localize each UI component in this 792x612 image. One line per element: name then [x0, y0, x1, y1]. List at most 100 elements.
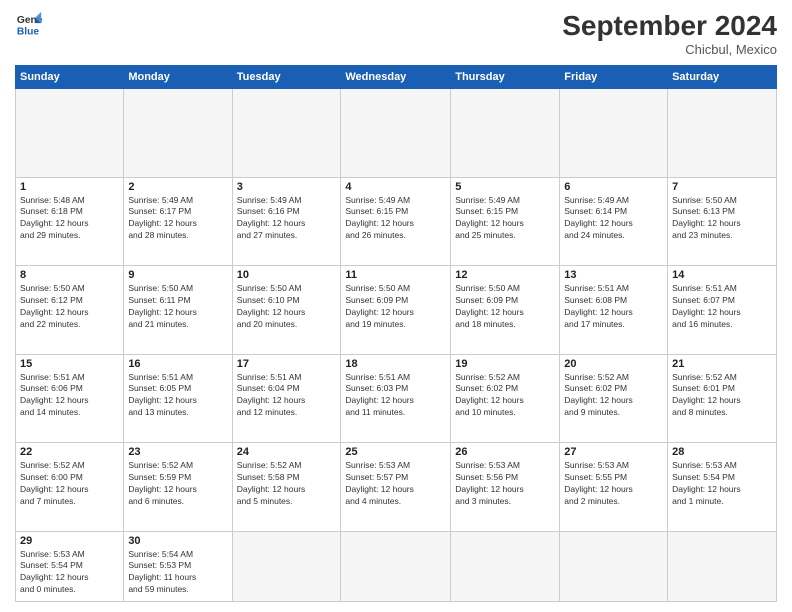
day-number: 24 [237, 446, 337, 458]
calendar-cell: 16Sunrise: 5:51 AM Sunset: 6:05 PM Dayli… [124, 354, 232, 443]
day-info: Sunrise: 5:53 AM Sunset: 5:56 PM Dayligh… [455, 460, 555, 508]
calendar-cell: 23 Sunrise: 5:52 AM Sunset: 5:59 PM Dayli… [124, 443, 232, 532]
calendar-cell [341, 531, 451, 601]
day-info: Sunrise: 5:51 AM Sunset: 6:07 PM Dayligh… [672, 283, 772, 331]
day-info: Sunrise: 5:52 AM Sunset: 5:59 PM Dayligh… [128, 460, 227, 508]
calendar-cell [451, 531, 560, 601]
logo: General Blue [15, 10, 43, 38]
calendar-cell: 9Sunrise: 5:50 AM Sunset: 6:11 PM Daylig… [124, 266, 232, 355]
calendar-cell: 19 Sunrise: 5:52 AM Sunset: 6:02 PM Dayli… [451, 354, 560, 443]
header-friday: Friday [560, 66, 668, 89]
day-number: 5 [455, 181, 555, 193]
svg-text:Blue: Blue [17, 26, 40, 37]
day-number: 4 [345, 181, 446, 193]
calendar-cell: 17 Sunrise: 5:51 AM Sunset: 6:04 PM Dayli… [232, 354, 341, 443]
day-info: Sunrise: 5:50 AM Sunset: 6:09 PM Dayligh… [345, 283, 446, 331]
calendar-cell [560, 89, 668, 178]
calendar-cell: 14 Sunrise: 5:51 AM Sunset: 6:07 PM Dayli… [668, 266, 777, 355]
day-number: 17 [237, 358, 337, 370]
day-number: 8 [20, 269, 119, 281]
calendar-cell [232, 89, 341, 178]
day-number: 25 [345, 446, 446, 458]
calendar-cell: 6 Sunrise: 5:49 AM Sunset: 6:14 PM Daylig… [560, 177, 668, 266]
day-info: Sunrise: 5:54 AM Sunset: 5:53 PM Dayligh… [128, 549, 227, 597]
day-info: Sunrise: 5:52 AM Sunset: 5:58 PM Dayligh… [237, 460, 337, 508]
day-number: 20 [564, 358, 663, 370]
calendar-cell: 27Sunrise: 5:53 AM Sunset: 5:55 PM Dayli… [560, 443, 668, 532]
calendar-cell: 21 Sunrise: 5:52 AM Sunset: 6:01 PM Dayli… [668, 354, 777, 443]
day-number: 12 [455, 269, 555, 281]
day-info: Sunrise: 5:51 AM Sunset: 6:06 PM Dayligh… [20, 372, 119, 420]
calendar-cell: 22 Sunrise: 5:52 AM Sunset: 6:00 PM Dayli… [16, 443, 124, 532]
calendar-cell: 12 Sunrise: 5:50 AM Sunset: 6:09 PM Dayli… [451, 266, 560, 355]
calendar-cell: 3Sunrise: 5:49 AM Sunset: 6:16 PM Daylig… [232, 177, 341, 266]
day-info: Sunrise: 5:51 AM Sunset: 6:05 PM Dayligh… [128, 372, 227, 420]
calendar-cell: 4 Sunrise: 5:49 AM Sunset: 6:15 PM Daylig… [341, 177, 451, 266]
day-info: Sunrise: 5:51 AM Sunset: 6:04 PM Dayligh… [237, 372, 337, 420]
calendar-cell [341, 89, 451, 178]
header: General Blue September 2024 Chicbul, Mex… [15, 10, 777, 57]
calendar-cell: 13Sunrise: 5:51 AM Sunset: 6:08 PM Dayli… [560, 266, 668, 355]
day-info: Sunrise: 5:52 AM Sunset: 6:02 PM Dayligh… [455, 372, 555, 420]
day-info: Sunrise: 5:50 AM Sunset: 6:09 PM Dayligh… [455, 283, 555, 331]
day-info: Sunrise: 5:49 AM Sunset: 6:17 PM Dayligh… [128, 195, 227, 243]
calendar-cell [124, 89, 232, 178]
calendar-cell: 1 Sunrise: 5:48 AM Sunset: 6:18 PM Daylig… [16, 177, 124, 266]
calendar-cell: 15Sunrise: 5:51 AM Sunset: 6:06 PM Dayli… [16, 354, 124, 443]
calendar-cell: 24 Sunrise: 5:52 AM Sunset: 5:58 PM Dayli… [232, 443, 341, 532]
calendar-cell [16, 89, 124, 178]
calendar-cell [451, 89, 560, 178]
day-number: 1 [20, 181, 119, 193]
day-number: 19 [455, 358, 555, 370]
day-info: Sunrise: 5:53 AM Sunset: 5:54 PM Dayligh… [672, 460, 772, 508]
day-info: Sunrise: 5:50 AM Sunset: 6:13 PM Dayligh… [672, 195, 772, 243]
header-monday: Monday [124, 66, 232, 89]
calendar-cell [668, 531, 777, 601]
calendar-cell: 7 Sunrise: 5:50 AM Sunset: 6:13 PM Daylig… [668, 177, 777, 266]
header-wednesday: Wednesday [341, 66, 451, 89]
calendar-cell: 29Sunrise: 5:53 AM Sunset: 5:54 PM Dayli… [16, 531, 124, 601]
day-number: 22 [20, 446, 119, 458]
day-number: 27 [564, 446, 663, 458]
header-sunday: Sunday [16, 66, 124, 89]
calendar-cell: 8 Sunrise: 5:50 AM Sunset: 6:12 PM Daylig… [16, 266, 124, 355]
day-info: Sunrise: 5:49 AM Sunset: 6:15 PM Dayligh… [345, 195, 446, 243]
calendar-cell [232, 531, 341, 601]
header-saturday: Saturday [668, 66, 777, 89]
calendar-cell: 10 Sunrise: 5:50 AM Sunset: 6:10 PM Dayli… [232, 266, 341, 355]
calendar-cell: 20Sunrise: 5:52 AM Sunset: 6:02 PM Dayli… [560, 354, 668, 443]
day-number: 23 [128, 446, 227, 458]
title-block: September 2024 Chicbul, Mexico [562, 10, 777, 57]
calendar-header-row: Sunday Monday Tuesday Wednesday Thursday… [16, 66, 777, 89]
day-number: 21 [672, 358, 772, 370]
day-number: 6 [564, 181, 663, 193]
logo-icon: General Blue [15, 10, 43, 38]
day-info: Sunrise: 5:51 AM Sunset: 6:03 PM Dayligh… [345, 372, 446, 420]
day-number: 18 [345, 358, 446, 370]
day-info: Sunrise: 5:52 AM Sunset: 6:01 PM Dayligh… [672, 372, 772, 420]
day-number: 10 [237, 269, 337, 281]
day-number: 2 [128, 181, 227, 193]
calendar-cell: 28 Sunrise: 5:53 AM Sunset: 5:54 PM Dayli… [668, 443, 777, 532]
day-number: 28 [672, 446, 772, 458]
calendar-cell: 5Sunrise: 5:49 AM Sunset: 6:15 PM Daylig… [451, 177, 560, 266]
calendar-cell: 18 Sunrise: 5:51 AM Sunset: 6:03 PM Dayli… [341, 354, 451, 443]
day-info: Sunrise: 5:48 AM Sunset: 6:18 PM Dayligh… [20, 195, 119, 243]
day-info: Sunrise: 5:52 AM Sunset: 6:00 PM Dayligh… [20, 460, 119, 508]
day-info: Sunrise: 5:50 AM Sunset: 6:10 PM Dayligh… [237, 283, 337, 331]
calendar-cell: 25Sunrise: 5:53 AM Sunset: 5:57 PM Dayli… [341, 443, 451, 532]
calendar-cell: 30 Sunrise: 5:54 AM Sunset: 5:53 PM Dayli… [124, 531, 232, 601]
calendar-cell [560, 531, 668, 601]
day-number: 11 [345, 269, 446, 281]
day-info: Sunrise: 5:53 AM Sunset: 5:54 PM Dayligh… [20, 549, 119, 597]
calendar-table: Sunday Monday Tuesday Wednesday Thursday… [15, 65, 777, 602]
calendar-cell: 11 Sunrise: 5:50 AM Sunset: 6:09 PM Dayli… [341, 266, 451, 355]
day-info: Sunrise: 5:50 AM Sunset: 6:11 PM Dayligh… [128, 283, 227, 331]
day-number: 14 [672, 269, 772, 281]
day-info: Sunrise: 5:50 AM Sunset: 6:12 PM Dayligh… [20, 283, 119, 331]
header-thursday: Thursday [451, 66, 560, 89]
day-info: Sunrise: 5:49 AM Sunset: 6:14 PM Dayligh… [564, 195, 663, 243]
page: General Blue September 2024 Chicbul, Mex… [0, 0, 792, 612]
day-number: 30 [128, 535, 227, 547]
day-number: 7 [672, 181, 772, 193]
